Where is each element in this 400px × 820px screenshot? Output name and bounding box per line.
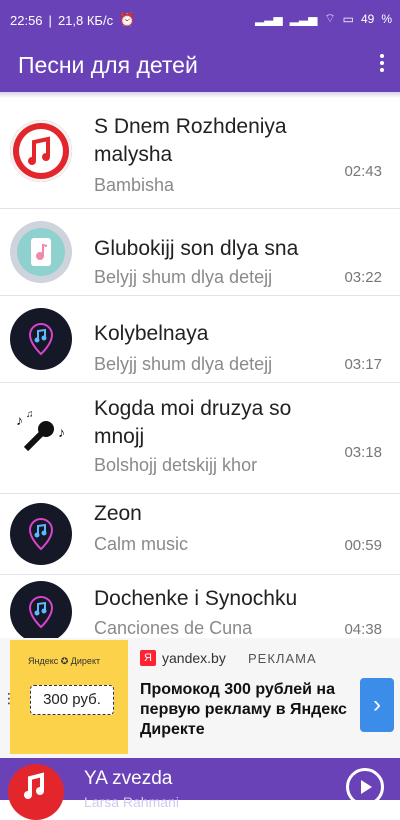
- ad-thumbnail[interactable]: Яндекс ✪ Директ 300 руб.: [10, 640, 128, 754]
- player-artwork-icon: [8, 764, 64, 820]
- ad-text[interactable]: Промокод 300 рублей на первую рекламу в …: [140, 680, 350, 740]
- network-speed: 21,8 КБ/с: [57, 12, 114, 28]
- yandex-logo-icon: Я: [140, 650, 156, 666]
- song-row-1[interactable]: S Dnem Rozhdeniya malysha Bambisha 02:43: [0, 98, 400, 209]
- song-title: Zeon: [94, 502, 142, 525]
- pin-glyph-icon: [28, 517, 54, 551]
- song-duration: 04:38: [344, 621, 382, 638]
- pin-glyph-icon: [28, 322, 54, 356]
- wifi-icon: ⌔: [324, 11, 336, 25]
- music-file-glyph-icon: [17, 228, 65, 276]
- song-row-4[interactable]: ♪ ♪ ♫ Kogda moi druzya so mnojj Bolshojj…: [0, 383, 400, 494]
- status-bar: 22:56 | 21,8 КБ/с ⏰ ▂▃▅ ▂▃▅ ⌔ ▭ 49%: [0, 0, 400, 40]
- microphone-glyph-icon: ♪ ♪ ♫: [16, 409, 65, 452]
- dark-music-pin-icon: [10, 581, 72, 638]
- song-duration: 03:17: [344, 356, 382, 373]
- song-artist: Belyjj shum dlya detejj: [94, 267, 273, 287]
- svg-text:♫: ♫: [26, 409, 34, 420]
- more-vert-icon[interactable]: [378, 54, 386, 78]
- song-title: S Dnem Rozhdeniya malysha: [94, 115, 287, 166]
- pin-glyph-icon: [28, 595, 54, 629]
- teal-music-icon: [10, 221, 72, 283]
- song-title: Glubokijj son dlya sna: [94, 237, 299, 260]
- song-duration: 03:22: [344, 269, 382, 286]
- ad-domain[interactable]: Я yandex.by: [140, 650, 226, 666]
- dark-music-pin-icon: [10, 503, 72, 565]
- note-glyph-icon: [19, 129, 63, 173]
- signal-icon-2: ▂▃▅: [289, 11, 318, 26]
- dark-music-pin-icon: [10, 308, 72, 370]
- status-divider: |: [48, 12, 52, 28]
- ad-label: РЕКЛАМА: [248, 651, 317, 666]
- status-right: ▂▃▅ ▂▃▅ ⌔ ▭ 49%: [255, 11, 392, 26]
- song-row-3[interactable]: Kolybelnaya Belyjj shum dlya detejj 03:1…: [0, 296, 400, 383]
- mini-player[interactable]: YA zvezda Larsa Rahmani: [0, 758, 400, 820]
- play-icon: [361, 780, 372, 794]
- battery-icon: ▭: [342, 11, 354, 26]
- song-artist: Calm music: [94, 534, 189, 554]
- ad-arrow-button[interactable]: ›: [360, 678, 394, 732]
- song-row-6[interactable]: Dochenke i Synochku Canciones de Cuna 04…: [0, 575, 400, 638]
- status-time: 22:56: [10, 12, 43, 28]
- song-title: Dochenke i Synochku: [94, 587, 298, 610]
- play-button[interactable]: [346, 768, 384, 806]
- player-subtitle: Larsa Rahmani: [84, 794, 179, 810]
- song-artist: Canciones de Cuna: [94, 618, 253, 638]
- app-bar: Песни для детей: [0, 40, 400, 92]
- song-list[interactable]: S Dnem Rozhdeniya malysha Bambisha 02:43…: [0, 98, 400, 638]
- song-row-2[interactable]: Glubokijj son dlya sna Belyjj shum dlya …: [0, 209, 400, 296]
- player-note-icon: [24, 772, 44, 799]
- svg-text:♪: ♪: [16, 412, 23, 428]
- battery-percent: %: [381, 11, 392, 26]
- player-title: YA zvezda: [84, 768, 173, 789]
- signal-icon: ▂▃▅: [254, 11, 283, 26]
- song-duration: 03:18: [344, 444, 382, 461]
- ad-banner[interactable]: ⋮ Яндекс ✪ Директ 300 руб. Я yandex.by Р…: [0, 638, 400, 758]
- song-title: Kogda moi druzya so mnojj: [94, 397, 292, 448]
- status-left: 22:56 | 21,8 КБ/с ⏰: [10, 12, 135, 28]
- song-artist: Bolshojj detskijj khor: [94, 455, 258, 475]
- song-artist: Belyjj shum dlya detejj: [94, 354, 273, 374]
- song-duration: 02:43: [344, 163, 382, 180]
- song-title: Kolybelnaya: [94, 322, 209, 345]
- svg-text:♪: ♪: [58, 424, 65, 440]
- ad-domain-text: yandex.by: [162, 650, 226, 666]
- alarm-icon: ⏰: [119, 12, 136, 27]
- battery-level: 49: [360, 11, 375, 26]
- ad-price-ticket: 300 руб.: [30, 685, 114, 715]
- red-note-icon: [10, 120, 72, 182]
- song-row-5[interactable]: Zeon Calm music 00:59: [0, 494, 400, 575]
- microphone-notes-icon: ♪ ♪ ♫: [10, 405, 72, 467]
- song-artist: Bambisha: [94, 175, 175, 195]
- song-duration: 00:59: [344, 537, 382, 554]
- ad-brand: Яндекс ✪ Директ: [28, 656, 101, 666]
- app-title: Песни для детей: [18, 52, 198, 78]
